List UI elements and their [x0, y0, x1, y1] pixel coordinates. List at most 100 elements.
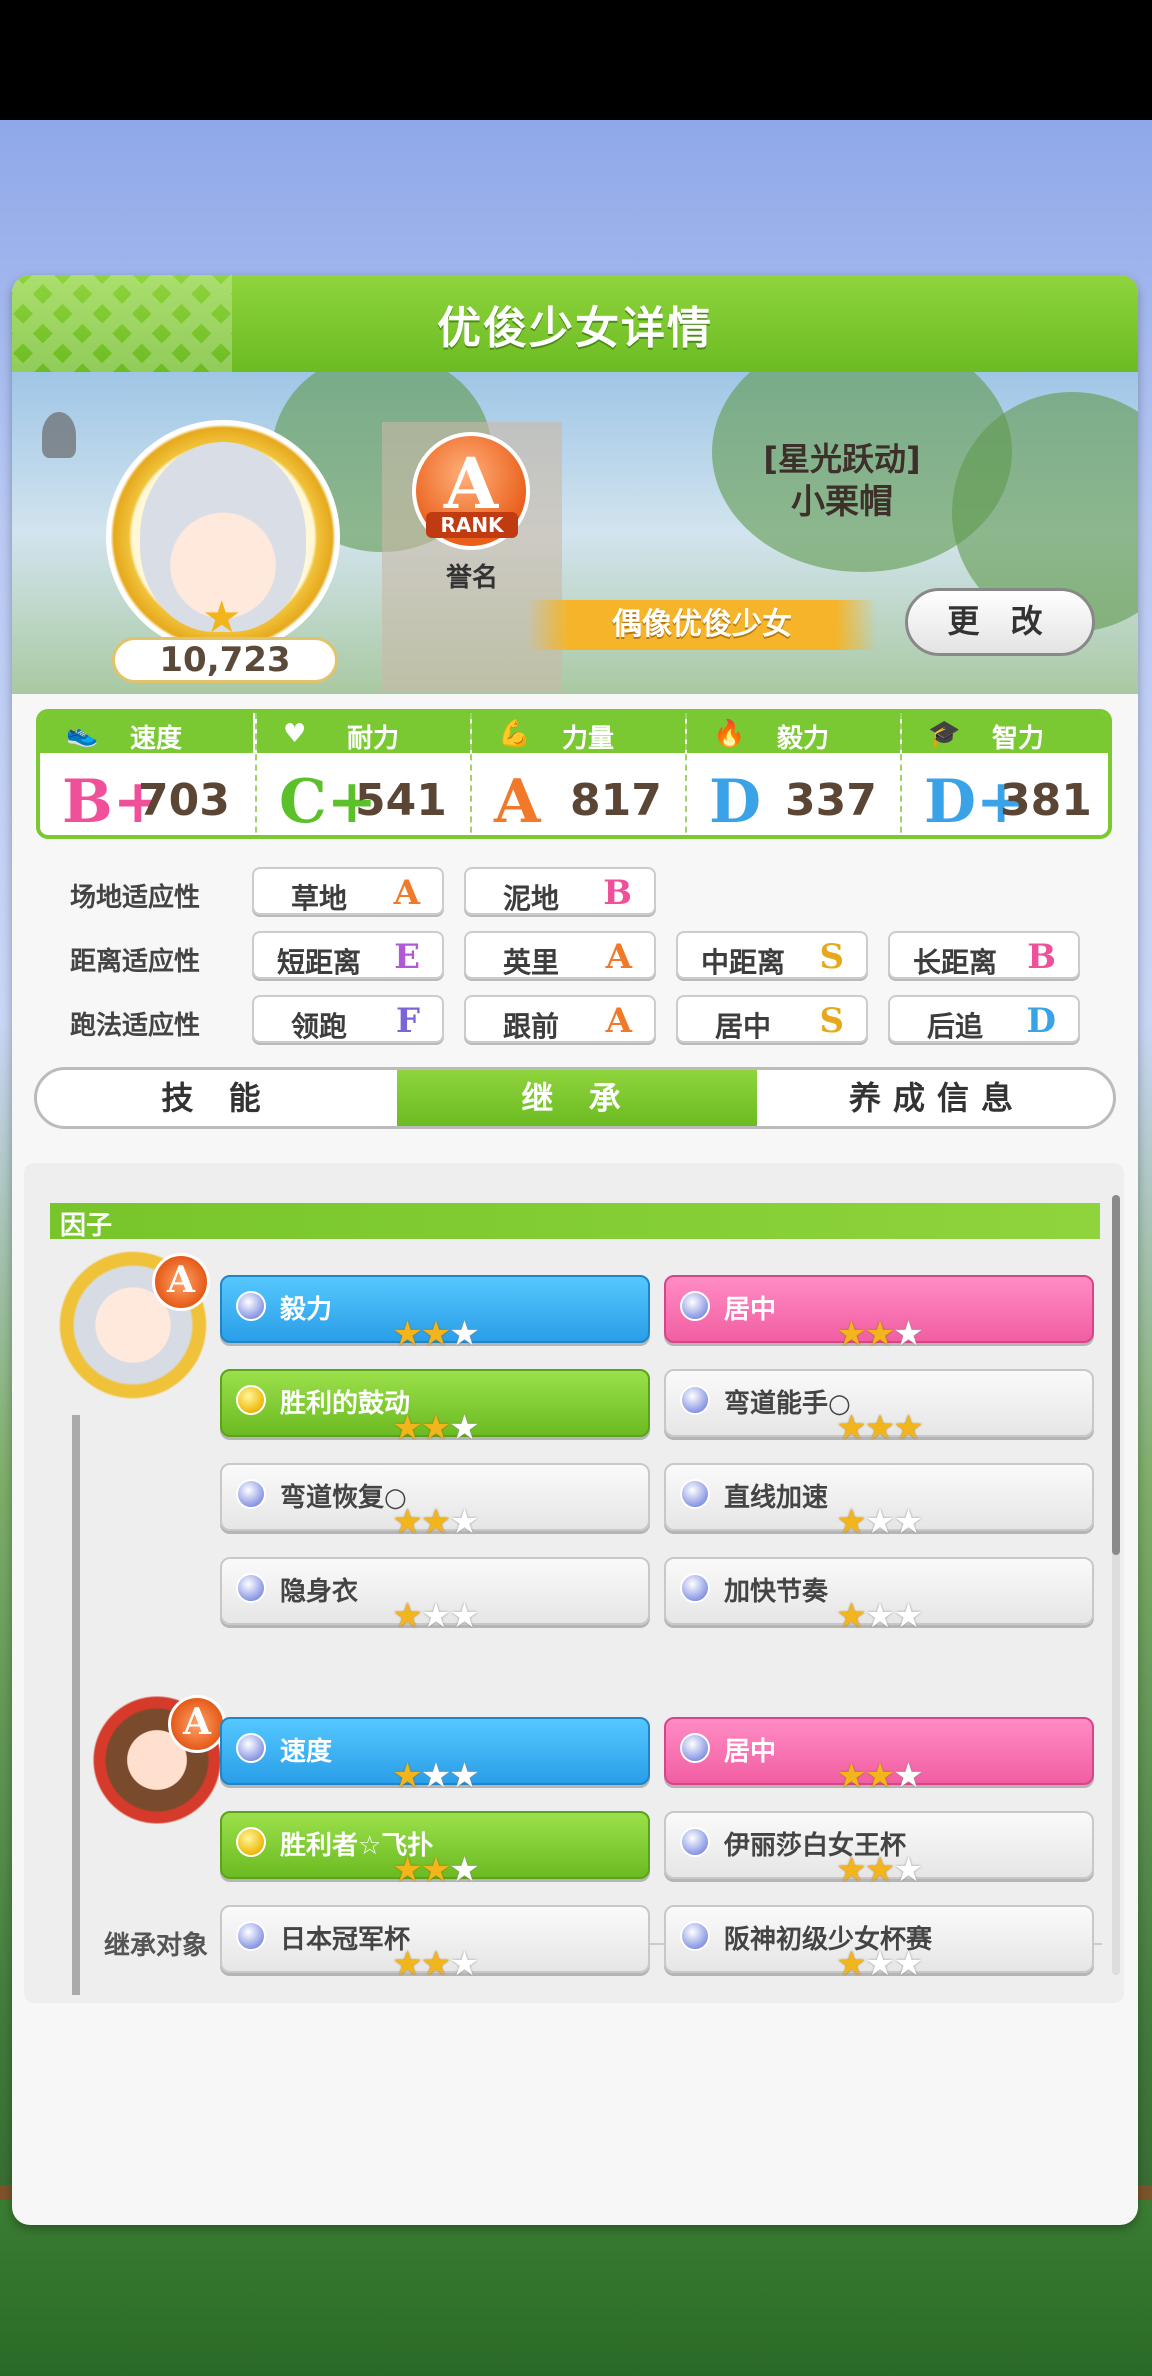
factor-card[interactable]: 胜利者☆飞扑 ★★★ — [220, 1811, 650, 1887]
tab-skills[interactable]: 技 能 — [37, 1070, 397, 1126]
detail-panel: 优俊少女详情 ★ 10,723 A RANK 誉名 [星光跃动] 小栗帽 偶像优… — [12, 275, 1138, 2225]
stat-label: 毅力 — [777, 724, 830, 754]
factor-card[interactable]: 加快节奏 ★★★ — [664, 1557, 1094, 1633]
aptitude-turf: 草地 A — [252, 867, 444, 915]
factor-card[interactable]: 直线加速 ★★★ — [664, 1463, 1094, 1539]
rank-label: 誉名 — [445, 563, 498, 593]
star-icon: ★ — [893, 1314, 924, 1354]
carrot-icon — [42, 412, 76, 458]
star-icon: ★ — [420, 1756, 452, 1796]
graduation-cap-icon: 🎓 — [928, 719, 961, 749]
star-rating: ★★★ — [222, 1505, 648, 1539]
aptitude-grade: A — [393, 873, 420, 913]
factor-card[interactable]: 居中 ★★★ — [664, 1717, 1094, 1793]
stat-stamina: ♥ 耐力 C+ 541 — [255, 713, 470, 835]
star-rating: ★★★ — [222, 1411, 648, 1445]
star-icon: ★ — [893, 1756, 924, 1796]
star-icon: ★ — [836, 1596, 867, 1636]
star-icon: ★ — [836, 1314, 867, 1354]
stat-header: 🔥 毅力 — [687, 713, 900, 754]
star-icon: ★ — [392, 1596, 423, 1636]
stat-header: 👟 速度 — [40, 713, 253, 754]
star-icon: ★ — [392, 1756, 423, 1796]
stats-table: 👟 速度 B+ 703 ♥ 耐力 C+ 541 💪 力量 A 817 🔥 毅力 D 33… — [36, 709, 1112, 839]
stat-value: 541 — [355, 775, 447, 826]
star-icon: ★ — [864, 1850, 896, 1890]
aptitude-long: 长距离 B — [888, 931, 1080, 979]
successor-label: 继承对象 — [104, 1931, 209, 1961]
star-icon: ★ — [836, 1408, 867, 1448]
star-icon: ★ — [864, 1314, 896, 1354]
star-icon: ★ — [449, 1944, 480, 1984]
panel-header: 优俊少女详情 — [12, 275, 1138, 372]
factor-card[interactable]: 弯道能手○ ★★★ — [664, 1369, 1094, 1445]
aptitude-grade: S — [819, 1001, 844, 1041]
aptitude-name: 泥地 — [502, 882, 559, 915]
star-rating: ★★★ — [222, 1599, 648, 1633]
aptitude-name: 长距离 — [912, 946, 997, 979]
factor-card[interactable]: 居中 ★★★ — [664, 1275, 1094, 1351]
stat-label: 速度 — [130, 724, 183, 754]
star-icon: ★ — [420, 1596, 452, 1636]
aptitude-grade: A — [605, 937, 632, 977]
star-icon: ★ — [420, 1408, 452, 1448]
factor-card[interactable]: 阪神初级少女杯赛 ★★★ — [664, 1905, 1094, 1981]
heart-icon: ♥ — [283, 719, 307, 749]
star-icon: ★ — [893, 1850, 924, 1890]
star-icon: ★ — [420, 1850, 452, 1890]
stat-value: 337 — [785, 775, 877, 826]
factor-card[interactable]: 速度 ★★★ — [220, 1717, 650, 1793]
muscle-icon: 💪 — [498, 719, 531, 749]
aptitude-front: 领跑 F — [252, 995, 444, 1043]
rank-badge: A RANK — [412, 432, 530, 550]
factor-card[interactable]: 隐身衣 ★★★ — [220, 1557, 650, 1633]
star-rating: ★★★ — [666, 1505, 1092, 1539]
star-icon: ★ — [392, 1408, 423, 1448]
stat-speed: 👟 速度 B+ 703 — [40, 713, 253, 835]
distance-aptitude-label: 距离适应性 — [70, 947, 201, 977]
star-rating: ★★★ — [222, 1853, 648, 1887]
factor-card[interactable]: 胜利的鼓动 ★★★ — [220, 1369, 650, 1445]
star-icon: ★ — [449, 1408, 480, 1448]
stat-grade: A — [494, 767, 541, 837]
change-button[interactable]: 更 改 — [905, 588, 1095, 656]
star-icon: ★ — [449, 1850, 480, 1890]
star-icon: ★ — [392, 1850, 423, 1890]
aptitude-name: 英里 — [502, 946, 559, 979]
aptitude-pace: 跟前 A — [464, 995, 656, 1043]
star-icon: ★ — [420, 1502, 452, 1542]
aptitude-grade: A — [605, 1001, 632, 1041]
lineage-line — [72, 1415, 80, 1995]
header-pattern — [12, 275, 232, 372]
factor-card[interactable]: 伊丽莎白女王杯 ★★★ — [664, 1811, 1094, 1887]
stat-label: 力量 — [562, 724, 615, 754]
star-rating: ★★★ — [222, 1317, 648, 1351]
shoe-icon: 👟 — [66, 719, 99, 749]
star-icon: ★ — [449, 1314, 480, 1354]
aptitude-name: 领跑 — [290, 1010, 347, 1043]
factor-card[interactable]: 毅力 ★★★ — [220, 1275, 650, 1351]
tab-inheritance[interactable]: 继 承 — [397, 1070, 757, 1126]
aptitude-name: 中距离 — [700, 946, 785, 979]
aptitude-name: 居中 — [714, 1010, 771, 1043]
star-icon: ★ — [864, 1756, 896, 1796]
star-icon: ★ — [392, 1314, 423, 1354]
track-aptitude-label: 场地适应性 — [70, 883, 201, 913]
fire-icon: 🔥 — [713, 719, 746, 749]
star-icon: ★ — [864, 1502, 896, 1542]
stat-power: 💪 力量 A 817 — [470, 713, 685, 837]
factor-card[interactable]: 日本冠军杯 ★★★ — [220, 1905, 650, 1981]
factor-card[interactable]: 弯道恢复○ ★★★ — [220, 1463, 650, 1539]
star-icon: ★ — [836, 1756, 867, 1796]
star-icon: ★ — [392, 1944, 423, 1984]
successor-rank-badge: A — [168, 1695, 226, 1753]
star-rating: ★★★ — [666, 1853, 1092, 1887]
scrollbar-thumb[interactable] — [1112, 1195, 1120, 1555]
star-icon: ★ — [864, 1944, 896, 1984]
background-grass — [0, 2200, 1152, 2376]
stat-label: 耐力 — [347, 724, 400, 754]
aptitude-medium: 中距离 S — [676, 931, 868, 979]
star-icon: ★ — [420, 1314, 452, 1354]
tab-training-info[interactable]: 养成信息 — [757, 1070, 1113, 1126]
profile-banner: ★ 10,723 A RANK 誉名 [星光跃动] 小栗帽 偶像优俊少女 更 改 — [12, 372, 1138, 694]
